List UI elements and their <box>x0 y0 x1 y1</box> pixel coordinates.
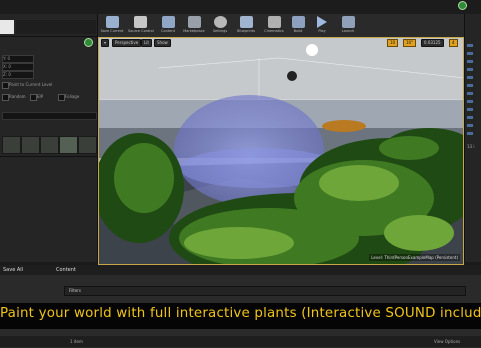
outliner-item[interactable] <box>467 108 473 111</box>
content-breadcrumb[interactable]: Content <box>56 267 76 273</box>
foliage-search-input[interactable] <box>2 112 97 120</box>
foliage-type-thumb[interactable] <box>78 136 97 154</box>
content-filter-bar: Filters <box>64 286 466 296</box>
launch-icon <box>341 16 355 28</box>
checkbox-eip[interactable] <box>30 94 37 101</box>
outliner-item[interactable] <box>467 132 473 135</box>
content-browser-tabs: Save All Content <box>0 265 481 275</box>
checkbox-label-eip: EIP <box>37 94 44 99</box>
launch-button[interactable]: Launch <box>336 15 360 36</box>
checkbox-label-paint-level: Paint to Current Level <box>9 82 53 87</box>
foliage-type-thumb[interactable] <box>59 136 78 154</box>
cinematics-icon <box>267 16 281 28</box>
brush-field-z[interactable]: Z: 0 <box>2 71 34 79</box>
save-all-button[interactable]: Save All <box>3 267 23 273</box>
marketplace-icon <box>187 16 201 28</box>
outliner-item[interactable] <box>467 84 473 87</box>
divider <box>0 156 97 157</box>
marketplace-button[interactable]: Marketplace <box>182 15 206 36</box>
lit-button[interactable]: Lit <box>141 39 152 47</box>
outliner-item[interactable] <box>467 60 473 63</box>
content-button[interactable]: Content <box>156 15 180 36</box>
brush-field-y[interactable]: Y: 0 <box>2 55 34 63</box>
build-icon <box>291 16 305 28</box>
save-current-button[interactable]: Save Current <box>100 15 124 36</box>
foliage-type-thumb[interactable] <box>2 136 21 154</box>
outliner-item[interactable] <box>467 116 473 119</box>
source-control-button[interactable]: Source Control <box>128 15 154 36</box>
outliner-item[interactable] <box>467 124 473 127</box>
promo-banner: Paint your world with full interactive p… <box>0 303 481 329</box>
play-button[interactable]: Play <box>310 15 334 36</box>
checkbox-paint-level[interactable] <box>2 82 9 89</box>
scale-snap-button[interactable]: 0.03125 <box>421 39 444 47</box>
outliner-item[interactable] <box>467 100 473 103</box>
outliner-item[interactable] <box>467 76 473 79</box>
cinematics-button[interactable]: Cinematics <box>262 15 286 36</box>
blueprints-button[interactable]: Blueprints <box>234 15 258 36</box>
mode-tab-strip <box>16 20 96 34</box>
level-name-label: Level: ThirdPersonExampleMap (Persistent… <box>369 254 460 261</box>
world-outliner-panel: 13 i <box>464 14 481 262</box>
settings-button[interactable]: Settings <box>208 15 232 36</box>
camera-speed-button[interactable]: 4 <box>449 39 458 47</box>
outliner-item[interactable] <box>467 68 473 71</box>
foliage-type-thumb[interactable] <box>40 136 59 154</box>
view-options-button[interactable]: View Options <box>434 339 460 344</box>
item-count: 1 item <box>70 339 83 344</box>
brush-field-x[interactable]: X: 0 <box>2 63 34 71</box>
foliage-type-thumb[interactable] <box>21 136 40 154</box>
main-toolbar: Save Current Source Control Content Mark… <box>98 14 464 38</box>
save-icon <box>105 16 119 28</box>
viewport-toolbar: ▾ Perspective Lit Show 10 10° 0.03125 4 <box>99 38 463 47</box>
add-foliage-button[interactable] <box>84 38 93 47</box>
perspective-button[interactable]: Perspective <box>112 39 142 47</box>
content-browser-status: 1 item View Options <box>0 336 481 347</box>
title-bar <box>0 0 481 15</box>
build-button[interactable]: Build <box>286 15 310 36</box>
viewport-options-button[interactable]: ▾ <box>101 39 110 47</box>
foliage-panel: Y: 0 X: 0 Z: 0 Paint to Current Level Ra… <box>0 14 98 262</box>
source-control-icon <box>133 16 147 28</box>
outliner-item[interactable] <box>467 52 473 55</box>
grid-snap-button[interactable]: 10 <box>387 39 399 47</box>
divider <box>0 36 97 37</box>
checkbox-random[interactable] <box>2 94 9 101</box>
checkbox-foliage[interactable] <box>58 94 65 101</box>
play-icon <box>317 16 327 28</box>
level-viewport[interactable]: ▾ Perspective Lit Show 10 10° 0.03125 4 … <box>98 37 464 265</box>
outliner-item[interactable] <box>467 44 473 47</box>
checkbox-label-random: Random <box>9 94 26 99</box>
rotation-snap-button[interactable]: 10° <box>403 39 417 47</box>
blueprints-icon <box>239 16 253 28</box>
green-circle-icon[interactable] <box>458 1 467 10</box>
settings-icon <box>213 16 227 28</box>
filters-button[interactable]: Filters <box>69 288 81 293</box>
promo-banner-text: Paint your world with full interactive p… <box>0 306 481 321</box>
outliner-count: 13 i <box>467 144 475 149</box>
checkbox-label-foliage: Foliage <box>65 94 80 99</box>
show-button[interactable]: Show <box>154 39 171 47</box>
viewport-scene <box>99 38 463 264</box>
content-icon <box>161 16 175 28</box>
outliner-item[interactable] <box>467 92 473 95</box>
foliage-mode-icon[interactable] <box>0 20 14 34</box>
